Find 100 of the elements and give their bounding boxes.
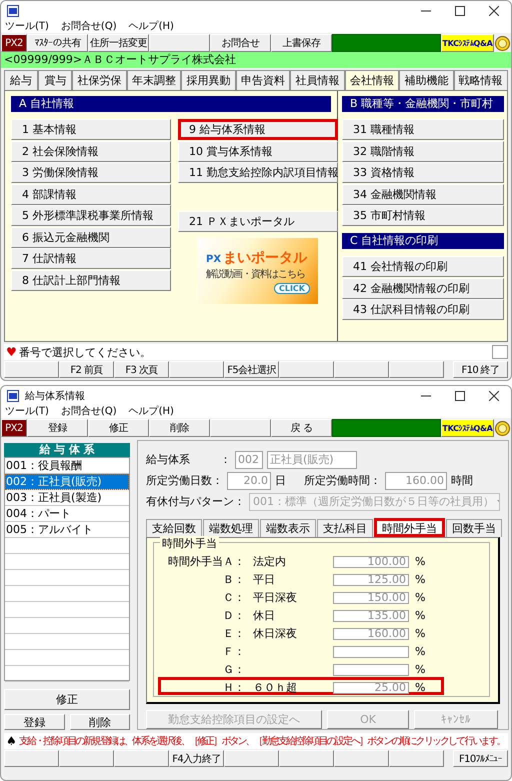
menu-button[interactable]: 2 社会保険情報 — [11, 140, 171, 162]
menu-button[interactable]: 11 勤怠支給控除内訳項目情報 — [178, 162, 338, 183]
row-letter: Ｃ： — [222, 590, 246, 605]
menu-button[interactable]: 8 仕訳計上部門情報 — [11, 270, 171, 290]
list-item[interactable]: 002：正社員(販売) — [5, 474, 129, 490]
menu-button[interactable]: 31 職種情報 — [342, 119, 504, 140]
menu-button[interactable]: 43 仕訳科目情報の印刷 — [342, 299, 504, 320]
menu-button[interactable]: 9 給与体系情報 — [178, 119, 338, 140]
unit-label: % — [414, 645, 426, 658]
menu-button[interactable]: 21 ＰＸまいポータル — [178, 210, 338, 232]
maximize-icon[interactable] — [455, 391, 465, 401]
status-message: 番号で選択してください。 — [18, 344, 151, 360]
field-label: 所定労働日数： — [146, 473, 223, 488]
row-letter: 時間外手当Ａ： — [167, 554, 246, 569]
rate-field[interactable] — [333, 646, 409, 658]
edit-button[interactable]: 修正 — [4, 689, 130, 710]
tab[interactable]: 回数手当 — [446, 519, 502, 537]
menu-item[interactable]: ヘルプ(H) — [128, 21, 174, 33]
qa-button[interactable]: TKCｼｽﾃﾑQ&A — [441, 34, 494, 52]
tab[interactable]: 採用異動 — [181, 70, 236, 90]
unit-label: 時間 — [451, 473, 473, 488]
tab[interactable]: 支給回数 — [146, 519, 202, 537]
portal-banner[interactable]: PX まいポータル 解説動画・資料はこちら CLICK — [198, 238, 318, 304]
qa-button[interactable]: TKCｼｽﾃﾑQ&A — [441, 419, 494, 437]
maximize-icon[interactable] — [455, 6, 465, 16]
tab[interactable]: 端数表示 — [260, 519, 316, 537]
field-label: 有休付与パターン： — [146, 494, 245, 509]
unit-label: % — [414, 573, 426, 586]
menu-button[interactable]: 5 外形標準課税事業所情報 — [11, 205, 171, 226]
function-key-button[interactable]: F3 次頁 — [114, 361, 169, 378]
function-key-button[interactable]: F2 前頁 — [59, 361, 114, 378]
delete-button[interactable]: 削除 — [70, 714, 130, 730]
heart-icon: ♥ — [6, 345, 17, 359]
list-item[interactable]: 003：正社員(製造) — [5, 490, 129, 506]
function-key-button[interactable]: F10 終了 — [453, 361, 508, 378]
tab[interactable]: 時間外手当 — [374, 518, 445, 537]
menu-button[interactable]: 42 金融機関情報の印刷 — [342, 278, 504, 298]
menu-button[interactable]: 7 仕訳情報 — [11, 248, 171, 269]
section-header: C 自社情報の印刷 — [342, 233, 504, 249]
menu-item[interactable]: ツール(T) — [5, 21, 49, 33]
tab[interactable]: 支払科目 — [317, 519, 373, 537]
toolbar-button[interactable]: 削除 — [149, 419, 210, 437]
menu-item[interactable]: ツール(T) — [5, 406, 49, 418]
close-icon[interactable] — [489, 391, 499, 401]
menu-button[interactable]: 10 賞与体系情報 — [178, 140, 338, 162]
menu-button[interactable]: 32 職階情報 — [342, 140, 504, 162]
row-letter: Ｆ： — [222, 644, 246, 659]
row-label: 休日深夜 — [253, 626, 298, 641]
menu-button[interactable]: 35 市町村情報 — [342, 205, 504, 226]
tab[interactable]: 申告資料 — [236, 70, 290, 90]
tab[interactable]: 端数処理 — [203, 519, 259, 537]
toolbar-button[interactable]: 住所一括変更 — [88, 34, 149, 52]
tab[interactable]: 給与 — [4, 70, 38, 90]
row-letter: Ｇ： — [222, 662, 246, 677]
toolbar-button[interactable]: お問合せ — [210, 34, 271, 52]
tab[interactable]: 年末調整 — [126, 70, 182, 90]
register-button[interactable]: 登録 — [4, 714, 64, 730]
menu-button[interactable]: 41 会社情報の印刷 — [342, 256, 504, 277]
company-bar: <09999/999>ＡＢＣオートサプライ株式会社 — [1, 52, 511, 68]
group-title: 時間外手当 — [160, 536, 219, 551]
tab[interactable]: 社員情報 — [290, 70, 345, 90]
close-icon[interactable] — [489, 6, 499, 16]
click-button[interactable]: CLICK — [274, 282, 310, 294]
function-key-button[interactable]: F5会社選択 — [224, 361, 279, 378]
menu-button[interactable]: 1 基本情報 — [11, 119, 171, 140]
toolbar-button[interactable]: 上書保存 — [271, 34, 332, 52]
menu-button[interactable]: 6 振込元金融機関 — [11, 226, 171, 248]
toolbar-button[interactable]: 登録 — [27, 419, 88, 437]
menu-item[interactable]: お問合せ(Q) — [60, 406, 117, 418]
tab[interactable]: 賞与 — [38, 70, 72, 90]
list-item[interactable]: 005：アルバイト — [5, 522, 129, 538]
row-letter: Ｅ： — [222, 626, 246, 641]
emblem-icon[interactable] — [495, 420, 510, 436]
rate-field[interactable] — [333, 664, 409, 676]
status-message: 支給・控除項目の新規登録は、体系を選択後、［修正］ボタン、［勤怠支給控除項目の設定へ］ボタンの順にクリックして行います。 — [18, 734, 505, 748]
menu-button[interactable]: 3 労働保険情報 — [11, 162, 171, 183]
tab[interactable]: 戦略情報 — [454, 70, 508, 90]
function-key-button[interactable]: F4入力終了 — [169, 750, 224, 767]
toolbar-button[interactable]: 戻 る — [271, 419, 332, 437]
spade-icon: ♠ — [6, 734, 17, 748]
tab[interactable]: 会社情報 — [344, 70, 400, 90]
function-key-button[interactable]: F10ﾌﾙﾒﾆｭｰ — [453, 750, 508, 767]
menu-button[interactable]: 33 資格情報 — [342, 162, 504, 183]
row-label: 平日 — [253, 572, 276, 587]
section-header: B 職種等・金融機関・市町村 — [342, 96, 504, 112]
brand-button[interactable]: PX2 — [1, 34, 27, 52]
menu-item[interactable]: お問合せ(Q) — [60, 21, 117, 33]
toolbar-button[interactable]: 修正 — [88, 419, 149, 437]
tab[interactable]: 社保労保 — [72, 70, 127, 90]
field-label: 所定労働時間： — [304, 473, 381, 488]
menu-item[interactable]: ヘルプ(H) — [128, 406, 174, 418]
unit-label: % — [414, 609, 426, 622]
tab[interactable]: 補助機能 — [399, 70, 454, 90]
row-label: ６０ｈ超 — [253, 680, 298, 695]
brand-button[interactable]: PX2 — [1, 419, 27, 437]
menu-button[interactable]: 34 金融機関情報 — [342, 184, 504, 204]
menu-button[interactable]: 4 部課情報 — [11, 184, 171, 204]
toolbar-button[interactable]: ﾏｽﾀｰの共有 — [27, 34, 88, 52]
emblem-icon[interactable] — [495, 36, 510, 50]
list-item[interactable]: 004：パート — [5, 506, 129, 522]
